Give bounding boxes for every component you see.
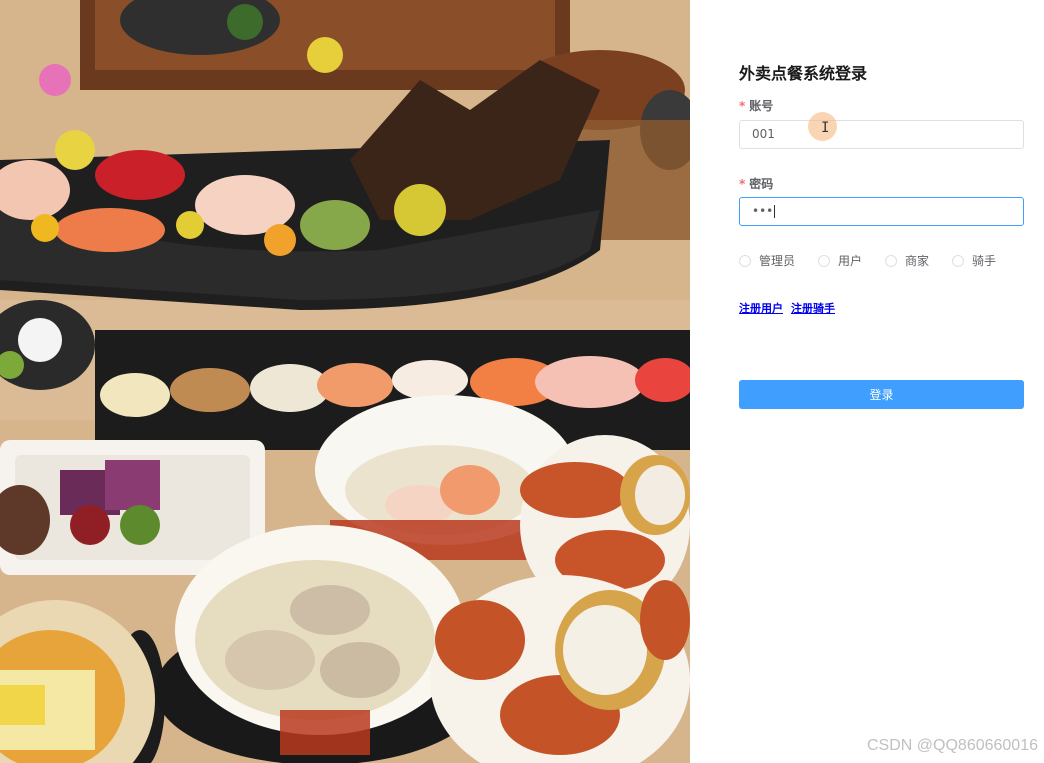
role-user-radio[interactable]: 用户	[818, 252, 862, 269]
password-input[interactable]: •••	[739, 197, 1024, 226]
required-mark: *	[739, 177, 746, 191]
csdn-watermark: CSDN @QQ860660016	[867, 737, 1038, 754]
role-rider-radio[interactable]: 骑手	[952, 252, 996, 269]
page-title: 外卖点餐系统登录	[739, 64, 868, 83]
register-rider-link[interactable]: 注册骑手	[791, 302, 835, 315]
account-label: * 账号	[739, 99, 774, 113]
login-button[interactable]: 登录	[739, 380, 1024, 409]
role-admin-radio[interactable]: 管理员	[739, 252, 795, 269]
register-links: 注册用户 注册骑手	[739, 300, 843, 316]
radio-circle-icon[interactable]	[739, 254, 751, 267]
role-radio-group: 管理员 用户 商家 骑手	[739, 252, 1019, 269]
text-cursor-icon: I	[821, 120, 830, 136]
required-mark: *	[739, 99, 746, 113]
account-input[interactable]: 001	[739, 120, 1024, 149]
radio-circle-icon[interactable]	[952, 254, 965, 267]
radio-circle-icon[interactable]	[885, 254, 898, 267]
role-merchant-radio[interactable]: 商家	[885, 252, 929, 269]
food-photo	[0, 0, 690, 763]
register-user-link[interactable]: 注册用户	[739, 302, 783, 315]
login-panel: 外卖点餐系统登录 * 账号 001 I * 密码 ••• 管理员 用户 商家 骑手 …	[690, 0, 1044, 763]
password-label: * 密码	[739, 177, 774, 191]
radio-circle-icon[interactable]	[818, 254, 831, 267]
text-caret	[774, 205, 776, 218]
